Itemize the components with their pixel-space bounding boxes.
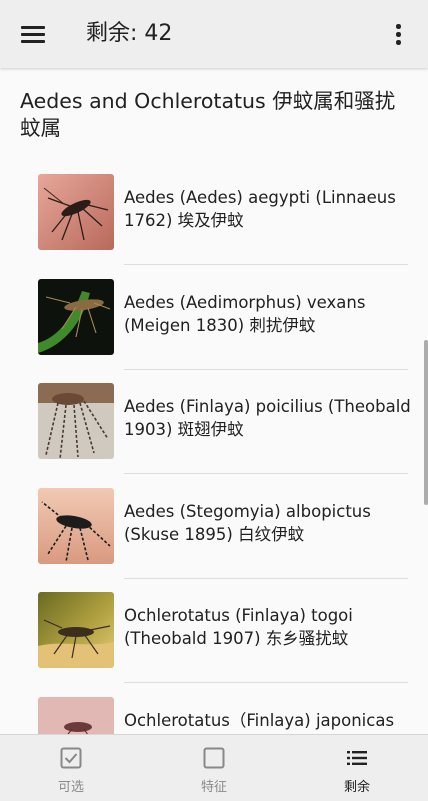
nav-tab-features[interactable]: 特征 xyxy=(143,735,285,801)
list-item[interactable]: Aedes (Aedimorphus) vexans (Meigen 1830)… xyxy=(0,277,428,382)
species-name: Aedes (Aedimorphus) vexans (Meigen 1830)… xyxy=(124,292,366,335)
nav-tab-selectable[interactable]: 可选 xyxy=(0,735,142,801)
mosquito-photo-icon xyxy=(38,487,114,564)
mosquito-photo-icon xyxy=(38,592,114,668)
species-name: Aedes (Stegomyia) albopictus (Skuse 1895… xyxy=(124,501,371,544)
species-name: Ochlerotatus (Finlaya) togoi (Theobald 1… xyxy=(124,606,353,648)
list-icon xyxy=(347,751,367,765)
scrollbar-thumb[interactable] xyxy=(424,340,428,505)
divider xyxy=(124,682,408,683)
content-area: Aedes and Ochlerotatus 伊蚊属和骚扰蚊属 Aedes (A… xyxy=(0,68,428,734)
more-vert-icon[interactable] xyxy=(388,22,408,46)
list-item[interactable]: Ochlerotatus (Finlaya) togoi (Theobald 1… xyxy=(0,590,428,695)
nav-label: 剩余 xyxy=(343,780,370,795)
species-name: Ochlerotatus（Finlaya) japonicas xyxy=(124,710,395,730)
divider xyxy=(124,577,408,579)
mosquito-photo-icon xyxy=(38,696,114,734)
nav-tab-remaining[interactable]: 剩余 xyxy=(286,735,428,801)
top-app-bar: 剩余: 42 xyxy=(0,0,428,68)
checkbox-checked-icon xyxy=(60,747,82,769)
divider xyxy=(124,264,408,265)
nav-label: 可选 xyxy=(57,780,84,795)
list-item[interactable]: Ochlerotatus（Finlaya) japonicas xyxy=(0,695,428,734)
species-name: Aedes (Aedes) aegypti (Linnaeus 1762) 埃及… xyxy=(124,188,396,230)
nav-label: 特征 xyxy=(200,780,227,795)
mosquito-photo-icon xyxy=(38,278,114,355)
divider xyxy=(124,368,408,370)
remaining-count-title: 剩余: 42 xyxy=(86,21,173,46)
divider xyxy=(124,473,408,474)
mosquito-photo-icon xyxy=(38,174,114,250)
bottom-navigation: 可选 特征 剩余 xyxy=(0,734,428,801)
section-title: Aedes and Ochlerotatus 伊蚊属和骚扰蚊属 xyxy=(20,89,396,140)
mosquito-photo-icon xyxy=(38,383,114,459)
list-item[interactable]: Aedes (Stegomyia) albopictus (Skuse 1895… xyxy=(0,486,428,591)
checkbox-empty-icon xyxy=(203,747,225,769)
species-name: Aedes (Finlaya) poicilius (Theobald 1903… xyxy=(124,397,411,439)
list-item[interactable]: Aedes (Finlaya) poicilius (Theobald 1903… xyxy=(0,381,428,486)
species-list: Aedes (Aedes) aegypti (Linnaeus 1762) 埃及… xyxy=(0,172,428,734)
list-item[interactable]: Aedes (Aedes) aegypti (Linnaeus 1762) 埃及… xyxy=(0,172,428,277)
hamburger-menu-icon[interactable] xyxy=(21,24,45,44)
